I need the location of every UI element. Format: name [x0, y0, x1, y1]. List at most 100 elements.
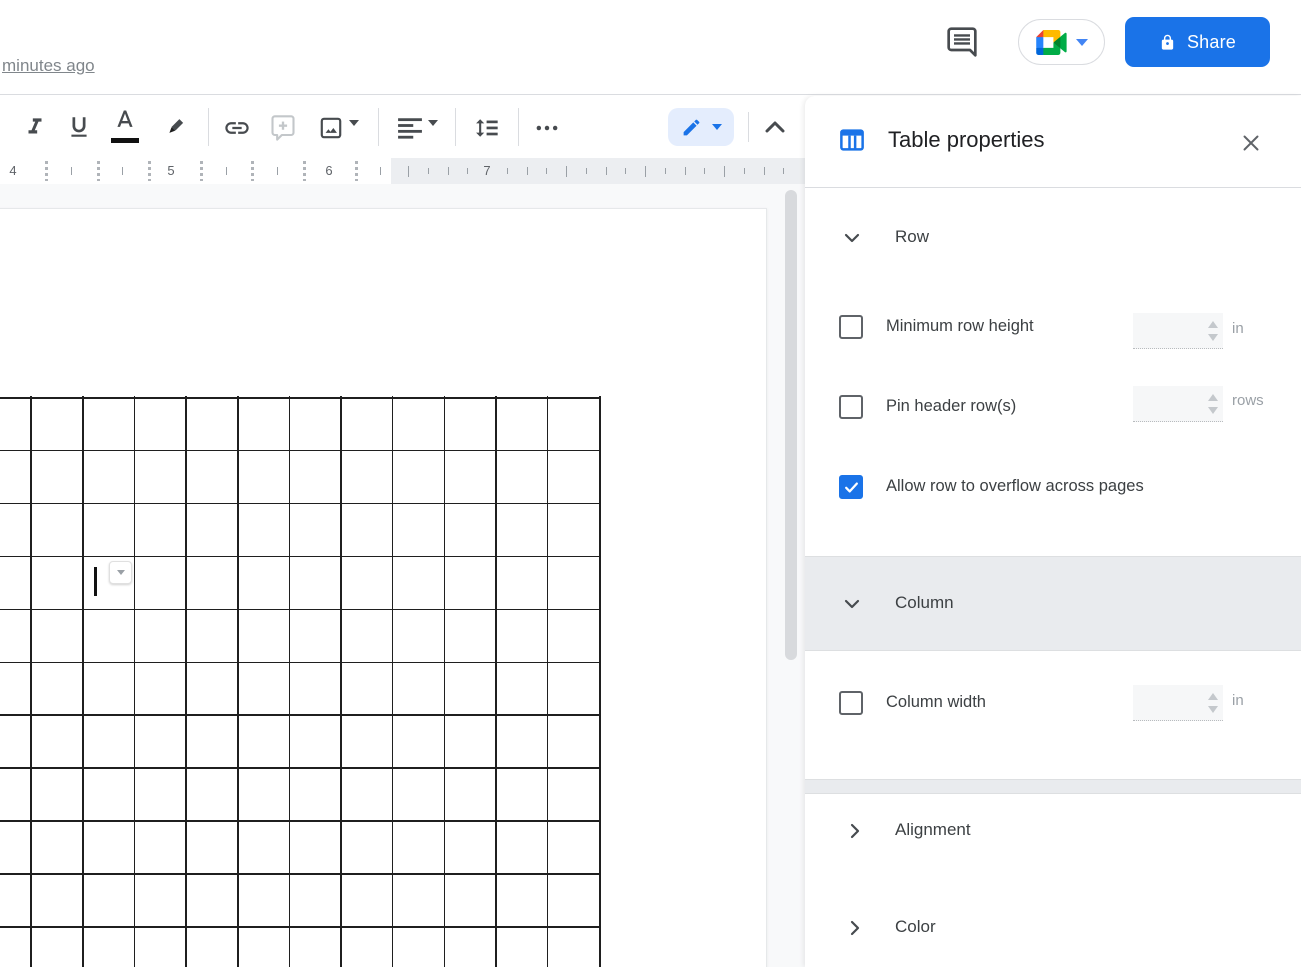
toolbar-separator	[208, 108, 209, 146]
table-column-border[interactable]	[444, 396, 446, 967]
ruler-tick	[277, 167, 278, 175]
align-dropdown-caret[interactable]	[428, 126, 438, 144]
section-label-column: Column	[895, 593, 954, 613]
section-header-alignment[interactable]: Alignment	[805, 807, 1301, 855]
panel-header: Table properties	[805, 96, 1301, 188]
stepper-column-width[interactable]	[1207, 693, 1219, 713]
label-pin-header-rows: Pin header row(s)	[886, 397, 1016, 416]
table-column-border[interactable]	[134, 396, 136, 967]
checkbox-pin-header-rows[interactable]	[839, 395, 863, 419]
table-row-border[interactable]	[0, 820, 601, 822]
table-column-border[interactable]	[340, 396, 342, 967]
table-column-border[interactable]	[185, 396, 187, 967]
google-docs-window: minutes ago Share	[0, 0, 1301, 967]
table-column-border[interactable]	[30, 396, 32, 967]
table-row-border[interactable]	[0, 873, 601, 875]
ruler-tick	[645, 166, 646, 177]
unit-pin-header-rows: rows	[1232, 392, 1264, 409]
ruler-tick	[408, 166, 409, 177]
table-column-border[interactable]	[237, 396, 239, 967]
ruler-column-marker[interactable]	[148, 161, 151, 181]
ruler-column-marker[interactable]	[97, 161, 100, 181]
table-column-border[interactable]	[82, 396, 84, 967]
chevron-right-icon	[843, 819, 867, 843]
pencil-icon	[681, 117, 702, 138]
insert-image-button[interactable]	[318, 115, 344, 146]
table-column-border[interactable]	[289, 396, 291, 967]
label-minimum-row-height: Minimum row height	[886, 317, 1034, 336]
collapse-toolbar-button[interactable]	[762, 116, 788, 143]
table-row-border[interactable]	[0, 926, 601, 928]
section-header-row[interactable]: Row	[805, 214, 1301, 262]
ruler-tick	[467, 168, 468, 174]
table-column-border[interactable]	[392, 396, 394, 967]
text-color-button[interactable]	[111, 110, 139, 143]
ruler-number: 7	[483, 158, 490, 184]
checkbox-minimum-row-height[interactable]	[839, 315, 863, 339]
cell-dropdown-chip[interactable]	[109, 561, 132, 584]
section-header-column[interactable]: Column	[805, 580, 1301, 628]
meet-button[interactable]	[1018, 19, 1105, 65]
table-row-border[interactable]	[0, 556, 601, 558]
table-row-border[interactable]	[0, 609, 601, 611]
stepper-minimum-row-height[interactable]	[1207, 321, 1219, 341]
table-row-border[interactable]	[0, 503, 601, 505]
insert-image-dropdown-caret[interactable]	[349, 126, 359, 144]
meet-dropdown-caret[interactable]	[1076, 39, 1088, 46]
ruler-number: 4	[9, 158, 16, 184]
document-canvas[interactable]	[0, 184, 805, 967]
align-button[interactable]	[397, 116, 423, 145]
ruler-number: 6	[325, 158, 332, 184]
stepper-pin-header-rows[interactable]	[1207, 394, 1219, 414]
ruler-column-marker[interactable]	[355, 161, 358, 181]
panel-title: Table properties	[888, 127, 1045, 153]
last-edit-link[interactable]: minutes ago	[2, 56, 95, 76]
chevron-down-icon	[840, 592, 864, 616]
add-comment-button[interactable]	[269, 114, 297, 147]
chevron-down-icon	[117, 570, 125, 575]
ruler-tick	[586, 168, 587, 174]
comment-history-button[interactable]	[944, 24, 980, 60]
table-column-border[interactable]	[495, 396, 497, 967]
ruler-tick	[783, 168, 784, 174]
label-column-width: Column width	[886, 693, 986, 712]
ruler-number: 5	[167, 158, 174, 184]
ruler-tick	[71, 167, 72, 175]
ruler-column-marker[interactable]	[303, 161, 306, 181]
table-row-border[interactable]	[0, 450, 601, 452]
table-column-border[interactable]	[547, 396, 549, 967]
panel-close-button[interactable]	[1238, 130, 1264, 156]
ruler-column-marker[interactable]	[45, 161, 48, 181]
editing-mode-button[interactable]	[668, 108, 734, 146]
ruler-tick	[122, 167, 123, 175]
section-gap-band	[805, 779, 1301, 794]
ruler-tick	[744, 168, 745, 174]
line-spacing-button[interactable]	[472, 114, 500, 147]
checkbox-allow-row-overflow[interactable]	[839, 475, 863, 499]
italic-button[interactable]	[22, 114, 48, 145]
highlight-color-button[interactable]	[160, 111, 190, 146]
formatting-toolbar	[0, 95, 805, 158]
more-options-button[interactable]	[533, 114, 561, 147]
share-button[interactable]: Share	[1125, 17, 1270, 67]
table-row-border[interactable]	[0, 714, 601, 716]
ruler-tick	[665, 168, 666, 174]
table-row-border[interactable]	[0, 767, 601, 769]
table-column-border[interactable]	[599, 396, 601, 967]
comment-history-icon	[946, 26, 978, 58]
ruler-column-marker[interactable]	[200, 161, 203, 181]
table-row-border[interactable]	[0, 662, 601, 664]
horizontal-ruler[interactable]: 4 5 6 7	[0, 158, 805, 185]
ruler-tick	[527, 167, 528, 175]
ruler-tick	[546, 168, 547, 174]
section-header-color[interactable]: Color	[805, 904, 1301, 952]
vertical-scrollbar[interactable]	[785, 190, 797, 660]
checkbox-column-width[interactable]	[839, 691, 863, 715]
toolbar-separator	[518, 108, 519, 146]
ruler-tick	[448, 167, 449, 175]
underline-button[interactable]	[66, 114, 92, 145]
ruler-tick	[507, 168, 508, 174]
ruler-column-marker[interactable]	[251, 161, 254, 181]
insert-link-button[interactable]	[223, 114, 251, 147]
table-row-border[interactable]	[0, 397, 601, 399]
